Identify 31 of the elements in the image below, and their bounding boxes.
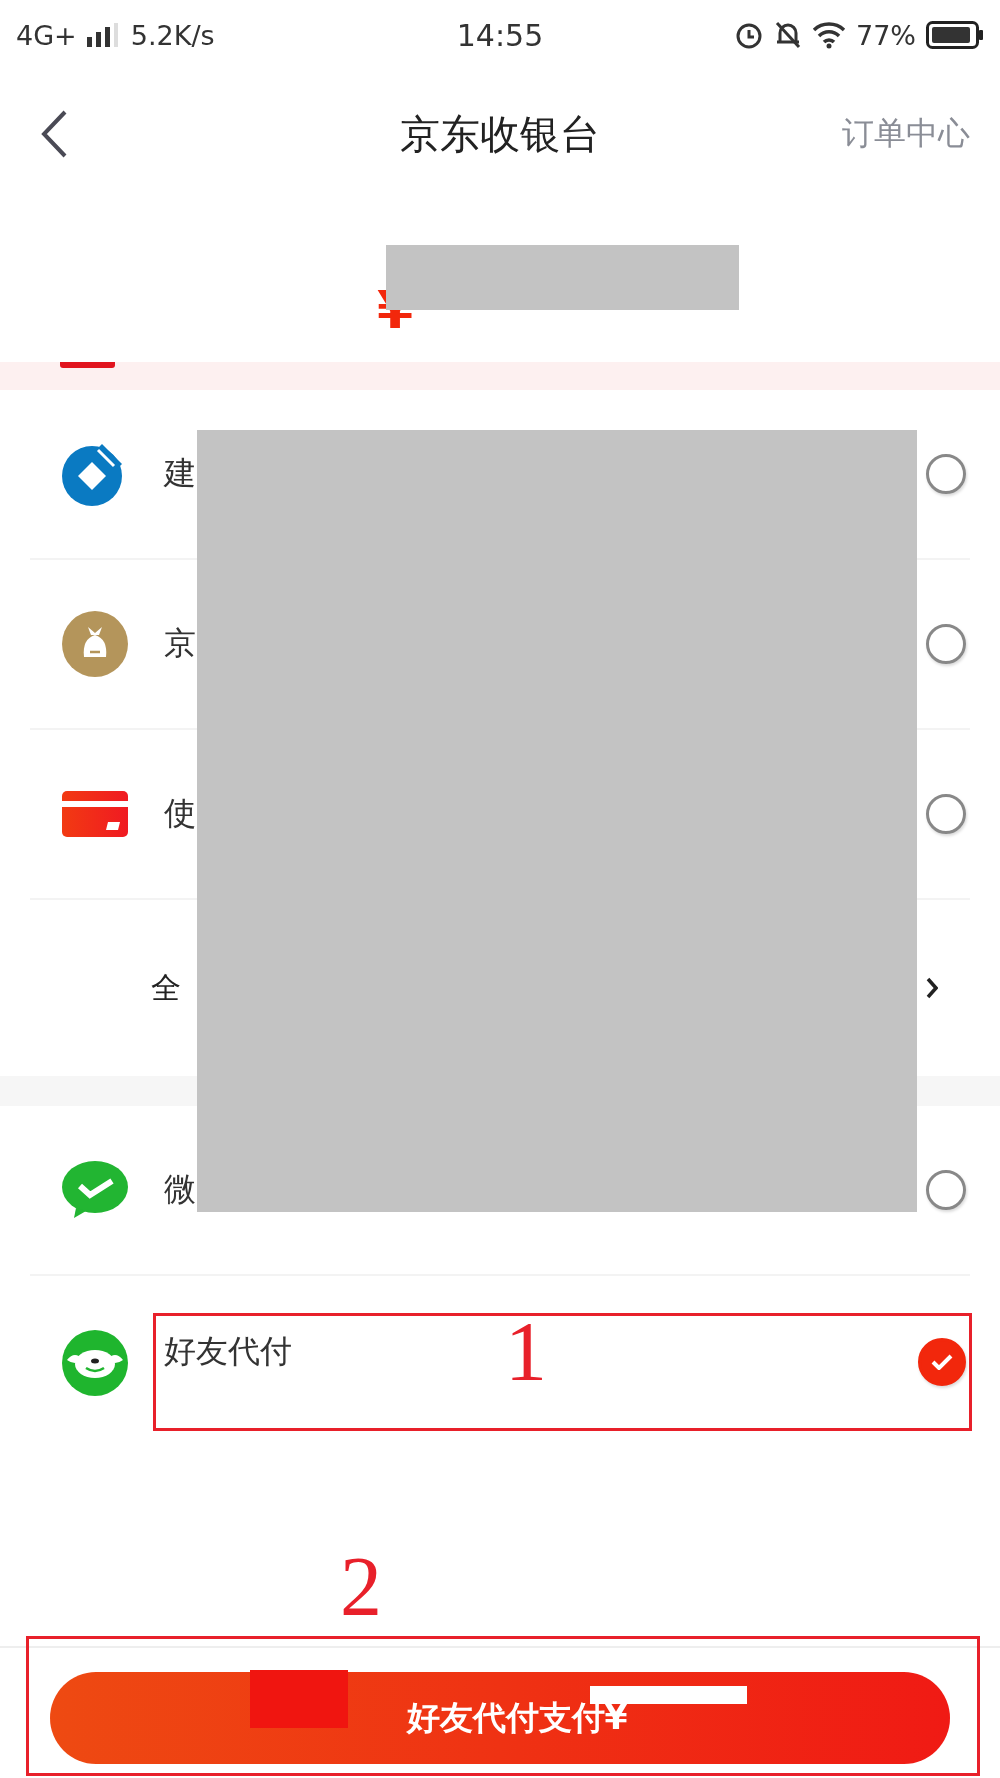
- annotation-number: 2: [340, 1545, 382, 1629]
- dog-face-icon: [62, 1330, 128, 1396]
- signal-icon: [86, 23, 121, 47]
- annotation-number: 1: [505, 1310, 547, 1394]
- radio-button[interactable]: [918, 1338, 966, 1386]
- method-name: 好友代付: [164, 1331, 292, 1372]
- muted-bell-icon: [774, 20, 802, 50]
- method-name: 建: [164, 453, 196, 494]
- all-methods-label: 全: [151, 968, 181, 1007]
- check-icon: [931, 1354, 953, 1370]
- wifi-icon: [812, 21, 846, 49]
- radio-button[interactable]: [926, 794, 966, 834]
- chevron-right-icon: [926, 977, 938, 999]
- network-speed: 5.2K/s: [130, 19, 215, 51]
- method-name: 微: [164, 1169, 196, 1210]
- battery-icon: [926, 21, 984, 49]
- radio-button[interactable]: [926, 1170, 966, 1210]
- radio-button[interactable]: [926, 624, 966, 664]
- battery-percent: 77%: [856, 19, 916, 51]
- method-name: 使: [164, 793, 196, 834]
- radio-button[interactable]: [926, 454, 966, 494]
- chat-check-icon: [62, 1160, 128, 1220]
- back-icon[interactable]: [40, 109, 68, 159]
- pay-button[interactable]: 好友代付支付¥: [50, 1672, 950, 1764]
- money-bag-icon: [62, 611, 128, 677]
- method-name: 京: [164, 623, 196, 664]
- clock-time: 14:55: [456, 17, 544, 53]
- page-title: 京东收银台: [400, 109, 600, 159]
- card-icon: [62, 791, 128, 837]
- order-center-link[interactable]: 订单中心: [842, 112, 970, 156]
- network-type: 4G+: [16, 19, 77, 51]
